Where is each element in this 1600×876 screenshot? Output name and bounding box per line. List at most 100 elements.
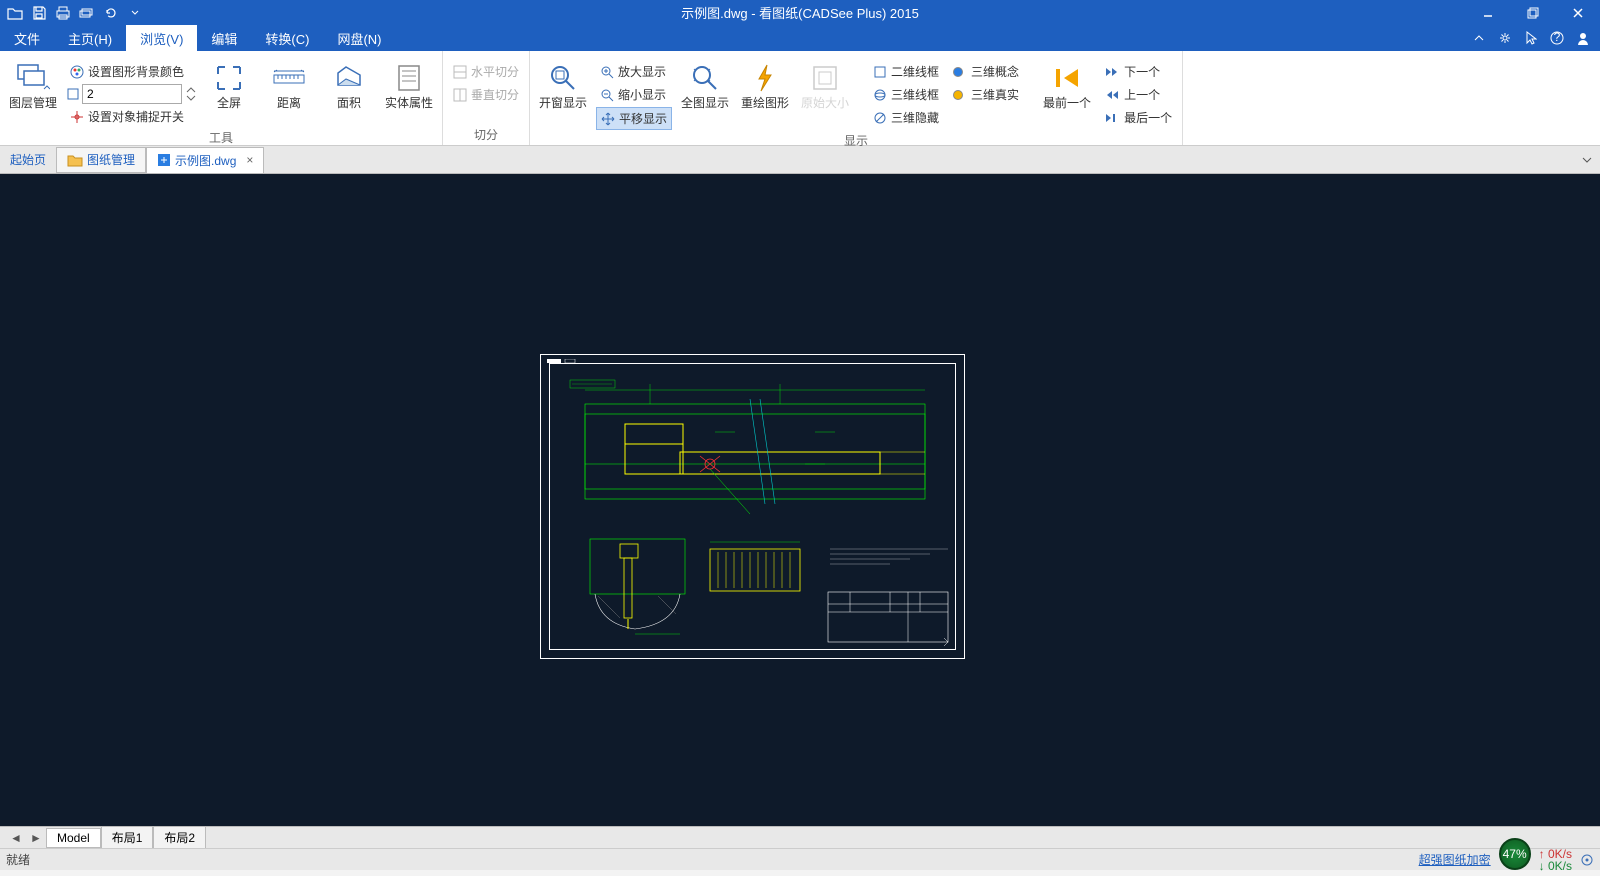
tabs-dropdown-icon[interactable]: [1574, 156, 1600, 164]
spinner-icon: [66, 87, 80, 101]
fullscreen-button[interactable]: 全屏: [202, 57, 256, 110]
folder-icon: [67, 153, 83, 167]
tab-scroll-left-icon[interactable]: ◄: [6, 831, 26, 845]
bg-color-button[interactable]: 设置图形背景颜色: [66, 61, 196, 82]
snap-toggle-button[interactable]: 设置对象捕捉开关: [66, 106, 196, 127]
prev-label: 上一个: [1124, 86, 1160, 103]
zoom-all-button[interactable]: 全图显示: [678, 57, 732, 110]
prev-button[interactable]: 上一个: [1100, 84, 1176, 105]
close-button[interactable]: [1555, 0, 1600, 25]
speed-gauge[interactable]: 47%: [1499, 838, 1531, 870]
orig-size-button[interactable]: 原始大小: [798, 57, 852, 110]
wf2d-icon: [873, 65, 887, 79]
batch-print-icon[interactable]: [78, 4, 96, 22]
real-3d-button[interactable]: 三维真实: [949, 84, 1023, 105]
tab-layout1[interactable]: 布局1: [101, 826, 154, 849]
menu-view[interactable]: 浏览(V): [126, 25, 197, 51]
spinner-buttons-icon[interactable]: [184, 85, 198, 103]
vsplit-button: 垂直切分: [449, 84, 523, 105]
settings-icon[interactable]: [1494, 27, 1516, 49]
menu-convert[interactable]: 转换(C): [251, 25, 323, 51]
hide-3d-button[interactable]: 三维隐藏: [869, 107, 943, 128]
zoom-all-icon: [688, 61, 722, 95]
hsplit-label: 水平切分: [471, 63, 519, 80]
save-icon[interactable]: [30, 4, 48, 22]
menu-edit[interactable]: 编辑: [197, 25, 251, 51]
layout-tabs: ◄ ► Model 布局1 布局2: [0, 826, 1600, 848]
vsplit-label: 垂直切分: [471, 86, 519, 103]
tab-close-icon[interactable]: ×: [246, 153, 253, 167]
group-label-split: 切分: [449, 124, 523, 145]
hsplit-button: 水平切分: [449, 61, 523, 82]
refresh-icon[interactable]: [102, 4, 120, 22]
wf3d-icon: [873, 88, 887, 102]
cad-drawing: [550, 364, 955, 649]
next-icon: [1104, 66, 1120, 78]
qat-dropdown-icon[interactable]: [126, 4, 144, 22]
tab-scroll-right-icon[interactable]: ►: [26, 831, 46, 845]
next-label: 下一个: [1124, 63, 1160, 80]
title-bar: 示例图.dwg - 看图纸(CADSee Plus) 2015: [0, 0, 1600, 25]
entity-props-button[interactable]: 实体属性: [382, 57, 436, 110]
collapse-ribbon-icon[interactable]: [1468, 27, 1490, 49]
zoom-window-button[interactable]: 开窗显示: [536, 57, 590, 110]
open-icon[interactable]: [6, 4, 24, 22]
bg-color-label: 设置图形背景颜色: [88, 63, 184, 80]
layers-icon: [16, 61, 50, 95]
lightning-icon: [748, 61, 782, 95]
pan-label: 平移显示: [619, 110, 667, 127]
last-button[interactable]: 最后一个: [1100, 107, 1176, 128]
snap-toggle-label: 设置对象捕捉开关: [88, 108, 184, 125]
menu-right: ?: [1468, 25, 1600, 51]
help-icon[interactable]: ?: [1546, 27, 1568, 49]
palette-icon: [70, 65, 84, 79]
wireframe-2d-button[interactable]: 二维线框: [869, 61, 943, 82]
real3d-dot-icon: [953, 90, 963, 100]
concept-3d-button[interactable]: 三维概念: [949, 61, 1023, 82]
hsplit-icon: [453, 65, 467, 79]
prev-icon: [1104, 89, 1120, 101]
zoom-in-button[interactable]: 放大显示: [596, 61, 672, 82]
zoom-in-icon: [600, 65, 614, 79]
menu-home[interactable]: 主页(H): [54, 25, 126, 51]
ribbon-group-display: 开窗显示 放大显示 缩小显示 平移显示 全图显示: [530, 51, 1183, 145]
layer-manager-button[interactable]: 图层管理: [6, 57, 60, 110]
properties-icon: [392, 61, 426, 95]
vsplit-icon: [453, 88, 467, 102]
quick-access-toolbar: [0, 4, 150, 22]
area-button[interactable]: 面积: [322, 57, 376, 110]
spinner-control[interactable]: [66, 84, 196, 104]
pan-icon: [601, 112, 615, 126]
minimize-button[interactable]: [1465, 0, 1510, 25]
drawing-inner-border: [549, 363, 956, 650]
next-button[interactable]: 下一个: [1100, 61, 1176, 82]
encrypt-link[interactable]: 超强图纸加密: [1419, 851, 1491, 868]
cursor-icon[interactable]: [1520, 27, 1542, 49]
distance-button[interactable]: 距离: [262, 57, 316, 110]
last-icon: [1104, 112, 1120, 124]
print-icon[interactable]: [54, 4, 72, 22]
first-button[interactable]: 最前一个: [1040, 57, 1094, 110]
tab-folder[interactable]: 图纸管理: [56, 147, 146, 173]
tab-model[interactable]: Model: [46, 828, 101, 848]
first-icon: [1050, 61, 1084, 95]
net-settings-icon[interactable]: [1580, 853, 1594, 867]
tab-file[interactable]: 示例图.dwg ×: [146, 147, 264, 173]
wireframe-3d-button[interactable]: 三维线框: [869, 84, 943, 105]
zoom-out-icon: [600, 88, 614, 102]
menu-file[interactable]: 文件: [0, 25, 54, 51]
tab-layout2[interactable]: 布局2: [153, 826, 206, 849]
menu-cloud[interactable]: 网盘(N): [323, 25, 395, 51]
zoom-window-icon: [546, 61, 580, 95]
tab-start[interactable]: 起始页: [0, 147, 56, 173]
pan-button[interactable]: 平移显示: [596, 107, 672, 130]
redraw-button[interactable]: 重绘图形: [738, 57, 792, 110]
svg-text:?: ?: [1554, 31, 1561, 44]
zoom-in-label: 放大显示: [618, 63, 666, 80]
drawing-canvas[interactable]: [0, 174, 1600, 826]
maximize-button[interactable]: [1510, 0, 1555, 25]
user-icon[interactable]: [1572, 27, 1594, 49]
real3d-label: 三维真实: [971, 86, 1019, 103]
zoom-out-button[interactable]: 缩小显示: [596, 84, 672, 105]
spinner-input[interactable]: [82, 84, 182, 104]
